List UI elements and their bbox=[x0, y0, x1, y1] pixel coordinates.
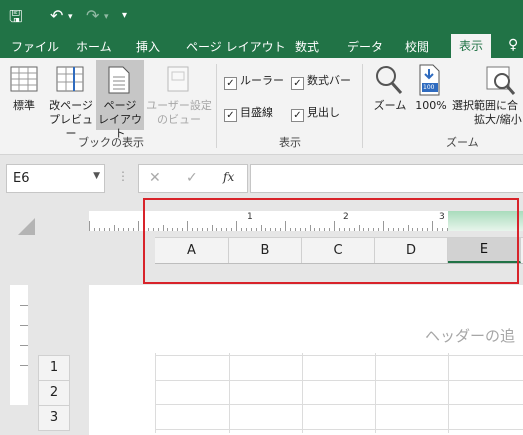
save-icon[interactable]: 🖫 bbox=[9, 6, 23, 33]
headings-checkbox[interactable]: ✓ 見出し bbox=[291, 104, 340, 122]
name-box-value: E6 bbox=[13, 171, 30, 186]
tab-review[interactable]: 校閲 bbox=[405, 38, 429, 55]
zoom-selection-icon bbox=[486, 66, 516, 96]
ruler-tick bbox=[108, 228, 110, 231]
ruler-label: ルーラー bbox=[240, 74, 284, 87]
grid-col-line bbox=[302, 353, 303, 433]
grid-row[interactable] bbox=[155, 405, 523, 430]
zoom-100-icon: 100 bbox=[417, 64, 443, 96]
tab-file[interactable]: ファイル bbox=[11, 38, 59, 55]
grid-row[interactable] bbox=[155, 355, 523, 381]
formula-bar-checkbox[interactable]: ✓ 数式バー bbox=[291, 72, 351, 90]
custom-views-button[interactable]: ユーザー設定 のビュー bbox=[146, 99, 212, 127]
zoom-selection-label-2: 拡大/縮小 bbox=[474, 113, 522, 126]
ruler-check-icon: ✓ bbox=[224, 77, 237, 90]
customize-qat-icon[interactable]: ▾ bbox=[122, 10, 127, 21]
ruler-tick bbox=[138, 221, 139, 231]
formula-bar-check-icon: ✓ bbox=[291, 77, 304, 90]
vruler-tick bbox=[20, 365, 28, 366]
insert-function-icon[interactable]: fx bbox=[223, 170, 234, 184]
row-header-3[interactable]: 3 bbox=[38, 405, 70, 431]
lightbulb-icon[interactable]: ♀ bbox=[508, 37, 518, 53]
select-all-corner[interactable] bbox=[18, 218, 35, 235]
ruler-tick bbox=[113, 225, 115, 231]
ribbon-tabs: ファイル ホーム 挿入 ページ レイアウト 数式 データ 校閲 表示 ♀ bbox=[0, 34, 523, 58]
redo-dropdown-icon[interactable]: ▾ bbox=[104, 12, 109, 22]
title-bar: 🖫 ↶ ▾ ↷ ▾ ▾ bbox=[0, 0, 523, 34]
page-layout-icon bbox=[107, 66, 131, 94]
page-break-preview-icon bbox=[56, 66, 84, 92]
tab-page-layout[interactable]: ページ レイアウト bbox=[186, 38, 286, 55]
zoom-magnifier-icon bbox=[374, 64, 404, 96]
row-header-2[interactable]: 2 bbox=[38, 380, 70, 406]
grid-row[interactable] bbox=[155, 380, 523, 405]
vruler-tick bbox=[20, 345, 28, 346]
sheet-area: 123 A B C D E ヘッダーの追 1 2 3 bbox=[0, 198, 523, 435]
zoom-100-button[interactable]: 100% bbox=[412, 99, 450, 113]
normal-view-button[interactable]: 標準 bbox=[4, 99, 44, 113]
ruler-tick bbox=[89, 221, 90, 231]
grid-col-line bbox=[155, 353, 156, 433]
ruler-tick bbox=[93, 228, 95, 231]
redo-icon[interactable]: ↷ bbox=[86, 6, 99, 25]
gridlines-checkbox[interactable]: ✓ 目盛線 bbox=[224, 104, 273, 122]
normal-view-icon bbox=[10, 66, 38, 92]
group-separator bbox=[216, 64, 217, 148]
zoom-100-label: 100% bbox=[415, 99, 447, 112]
formula-buttons: ✕ ✓ fx bbox=[138, 164, 248, 193]
ruler-tick bbox=[123, 228, 125, 231]
custom-views-label-1: ユーザー設定 bbox=[146, 99, 212, 112]
workbook-views-group-label: ブックの表示 bbox=[78, 136, 144, 149]
zoom-100-badge: 100 bbox=[423, 84, 435, 91]
custom-views-label-2: のビュー bbox=[157, 113, 201, 126]
formula-bar-label: 数式バー bbox=[307, 74, 351, 87]
ruler-tick bbox=[128, 228, 130, 231]
ruler-checkbox[interactable]: ✓ ルーラー bbox=[224, 72, 284, 90]
name-box-dropdown-icon[interactable]: ▼ bbox=[93, 171, 100, 181]
gridlines-label: 目盛線 bbox=[240, 106, 273, 119]
grid-col-line bbox=[448, 353, 449, 433]
headings-label: 見出し bbox=[307, 106, 340, 119]
group-separator bbox=[362, 64, 363, 148]
page-break-preview-label-1: 改ページ bbox=[49, 99, 93, 112]
ruler-tick bbox=[103, 228, 105, 231]
name-box[interactable]: E6 ▼ bbox=[6, 164, 105, 193]
zoom-selection-label-1: 選択範囲に合 bbox=[452, 99, 518, 112]
enter-icon[interactable]: ✓ bbox=[186, 170, 198, 186]
zoom-group-label: ズーム bbox=[446, 136, 479, 149]
zoom-label: ズーム bbox=[373, 99, 407, 112]
undo-icon[interactable]: ↶ bbox=[50, 6, 63, 25]
tab-home[interactable]: ホーム bbox=[76, 38, 112, 55]
row-header-1[interactable]: 1 bbox=[38, 355, 70, 381]
zoom-button[interactable]: ズーム bbox=[370, 99, 410, 113]
custom-views-icon bbox=[164, 66, 192, 92]
tab-insert[interactable]: 挿入 bbox=[136, 38, 160, 55]
headings-check-icon: ✓ bbox=[291, 109, 304, 122]
grid-col-line bbox=[229, 353, 230, 433]
undo-dropdown-icon[interactable]: ▾ bbox=[68, 12, 73, 22]
highlight-annotation-box bbox=[143, 198, 519, 284]
show-group-label: 表示 bbox=[279, 136, 301, 149]
grid-col-line bbox=[375, 353, 376, 433]
vruler-tick bbox=[20, 325, 28, 326]
tab-data[interactable]: データ bbox=[347, 38, 383, 55]
page-header-placeholder[interactable]: ヘッダーの追 bbox=[425, 325, 515, 346]
formula-bar: E6 ▼ ⋮ ✕ ✓ fx bbox=[0, 155, 523, 202]
ruler-tick bbox=[98, 228, 100, 231]
vruler-tick bbox=[20, 305, 28, 306]
page-layout-label-1: ページ bbox=[103, 99, 137, 112]
cancel-icon[interactable]: ✕ bbox=[149, 170, 161, 186]
tab-view[interactable]: 表示 bbox=[451, 34, 491, 58]
tab-formulas[interactable]: 数式 bbox=[295, 38, 319, 55]
ribbon: 標準 改ページ プレビュー ページ レイアウト ユーザー設定 のビュー ブックの… bbox=[0, 58, 523, 155]
resize-handle-icon[interactable]: ⋮ bbox=[117, 169, 129, 183]
formula-input[interactable] bbox=[250, 164, 523, 193]
vertical-ruler bbox=[10, 285, 28, 405]
ruler-tick bbox=[118, 228, 120, 231]
ruler-tick bbox=[133, 228, 135, 231]
gridlines-check-icon: ✓ bbox=[224, 109, 237, 122]
zoom-selection-button[interactable]: 選択範囲に合 拡大/縮小 bbox=[452, 99, 523, 127]
normal-view-label: 標準 bbox=[13, 99, 35, 112]
